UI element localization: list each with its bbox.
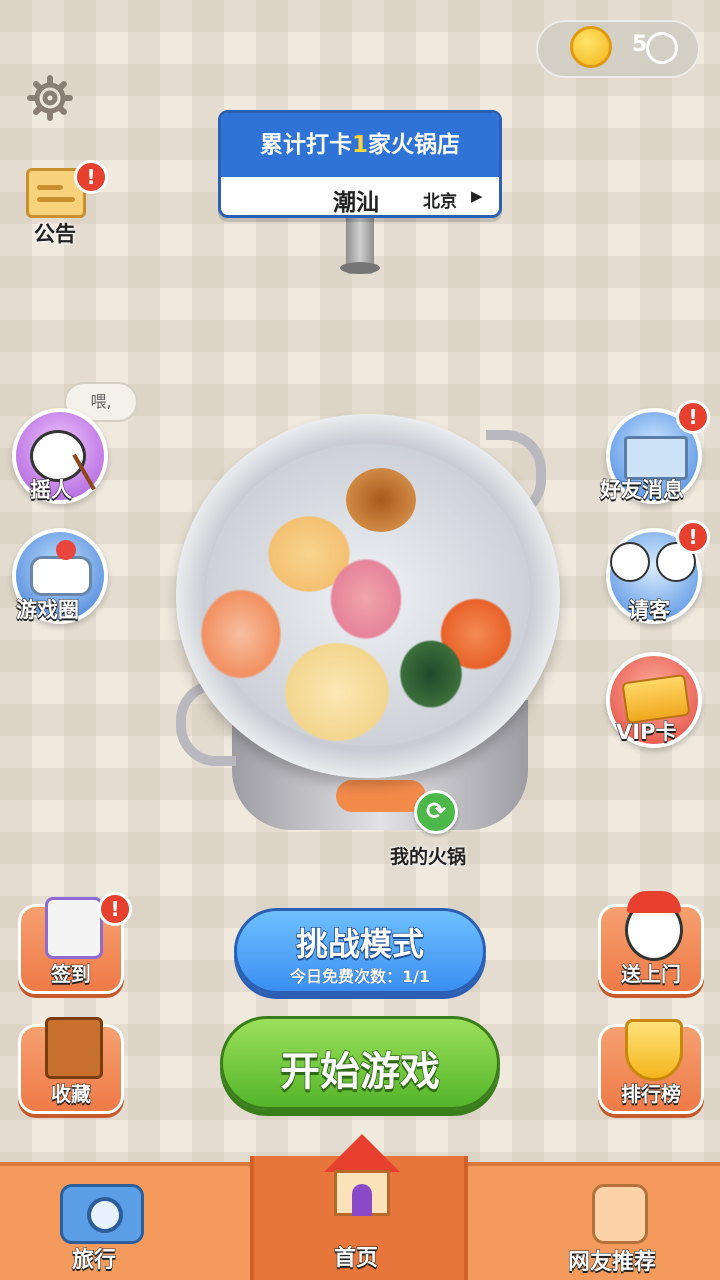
signboard-arrow-icon: ▶ <box>471 187 483 205</box>
nav-recommend[interactable]: 网友推荐 <box>552 1166 692 1280</box>
challenge-free-count: 今日免费次数：1/1 <box>289 967 431 987</box>
joystick-icon <box>30 556 92 596</box>
beef-ingredient <box>346 468 416 532</box>
notice-button[interactable]: ! 公告 <box>18 160 108 246</box>
stove-flame-window <box>336 780 426 812</box>
nav-travel-label: 旅行 <box>71 1248 117 1274</box>
checkin-alert-badge: ! <box>98 892 132 926</box>
signboard-city: 北京 <box>423 192 457 212</box>
nav-travel[interactable]: 旅行 <box>40 1166 160 1280</box>
signboard-title-bar: 累计打卡1家火锅店 <box>221 113 499 177</box>
meat-slice-ingredient <box>326 554 406 644</box>
thumbs-up-icon <box>592 1184 648 1244</box>
cartoon-friends-icon <box>610 542 650 582</box>
game-circle-label: 游戏圈 <box>16 598 80 623</box>
nav-home-label: 首页 <box>333 1246 379 1272</box>
calendar-check-icon <box>45 897 103 959</box>
house-icon <box>324 1134 400 1218</box>
ranking-button[interactable]: 排行榜 <box>598 1019 704 1114</box>
challenge-mode-button[interactable]: 挑战模式 今日免费次数：1/1 <box>234 908 486 994</box>
hot-pot[interactable] <box>176 414 560 778</box>
favorites-label: 收藏 <box>51 1082 92 1107</box>
favorites-button[interactable]: 收藏 <box>18 1017 124 1114</box>
vip-card-label: VIP卡 <box>615 720 677 745</box>
camera-icon <box>60 1184 144 1244</box>
challenge-mode-title: 挑战模式 <box>295 924 425 964</box>
signboard-region: 潮汕 <box>333 190 379 216</box>
my-pot-label: 我的火锅 <box>390 846 467 868</box>
start-game-button[interactable]: 开始游戏 <box>220 1016 500 1110</box>
signboard[interactable]: 累计打卡1家火锅店 潮汕 北京 ▶ <box>218 110 502 218</box>
delivery-helmet-icon <box>627 891 681 913</box>
greens-ingredient <box>396 636 466 712</box>
tofu-ingredient <box>282 640 392 744</box>
notice-alert-badge: ! <box>74 160 108 194</box>
shrimp-ingredient <box>196 584 286 684</box>
signboard-title-prefix: 累计打卡 <box>259 132 352 158</box>
notice-label: 公告 <box>34 222 76 246</box>
delivery-button[interactable]: 送上门 <box>598 891 704 994</box>
treat-alert-badge: ! <box>676 520 710 554</box>
friend-message-alert-badge: ! <box>676 400 710 434</box>
signboard-base <box>340 262 380 274</box>
checkin-label: 签到 <box>51 962 92 987</box>
recipe-book-icon <box>45 1017 103 1079</box>
trophy-icon <box>625 1019 683 1081</box>
signboard-title-suffix: 家火锅店 <box>368 132 460 158</box>
ranking-label: 排行榜 <box>621 1082 682 1107</box>
friend-message-label: 好友消息 <box>600 478 685 503</box>
coin-capsule: 5 <box>536 20 700 78</box>
nav-recommend-label: 网友推荐 <box>567 1250 657 1276</box>
gear-icon[interactable] <box>26 74 74 122</box>
shake-people-label: 摇人 <box>30 478 73 503</box>
nav-home[interactable]: 首页 <box>250 1134 468 1280</box>
coin-icon <box>570 26 612 68</box>
delivery-label: 送上门 <box>621 962 682 987</box>
bottom-nav: 旅行 首页 网友推荐 <box>0 1134 720 1280</box>
switch-pot-icon[interactable]: ⟳ <box>414 790 458 834</box>
signboard-title-count: 1 <box>351 132 368 158</box>
treat-label: 请客 <box>628 598 671 623</box>
joystick-knob-icon <box>56 540 76 560</box>
start-game-label: 开始游戏 <box>279 1048 441 1096</box>
refresh-circle-icon[interactable] <box>646 32 678 64</box>
